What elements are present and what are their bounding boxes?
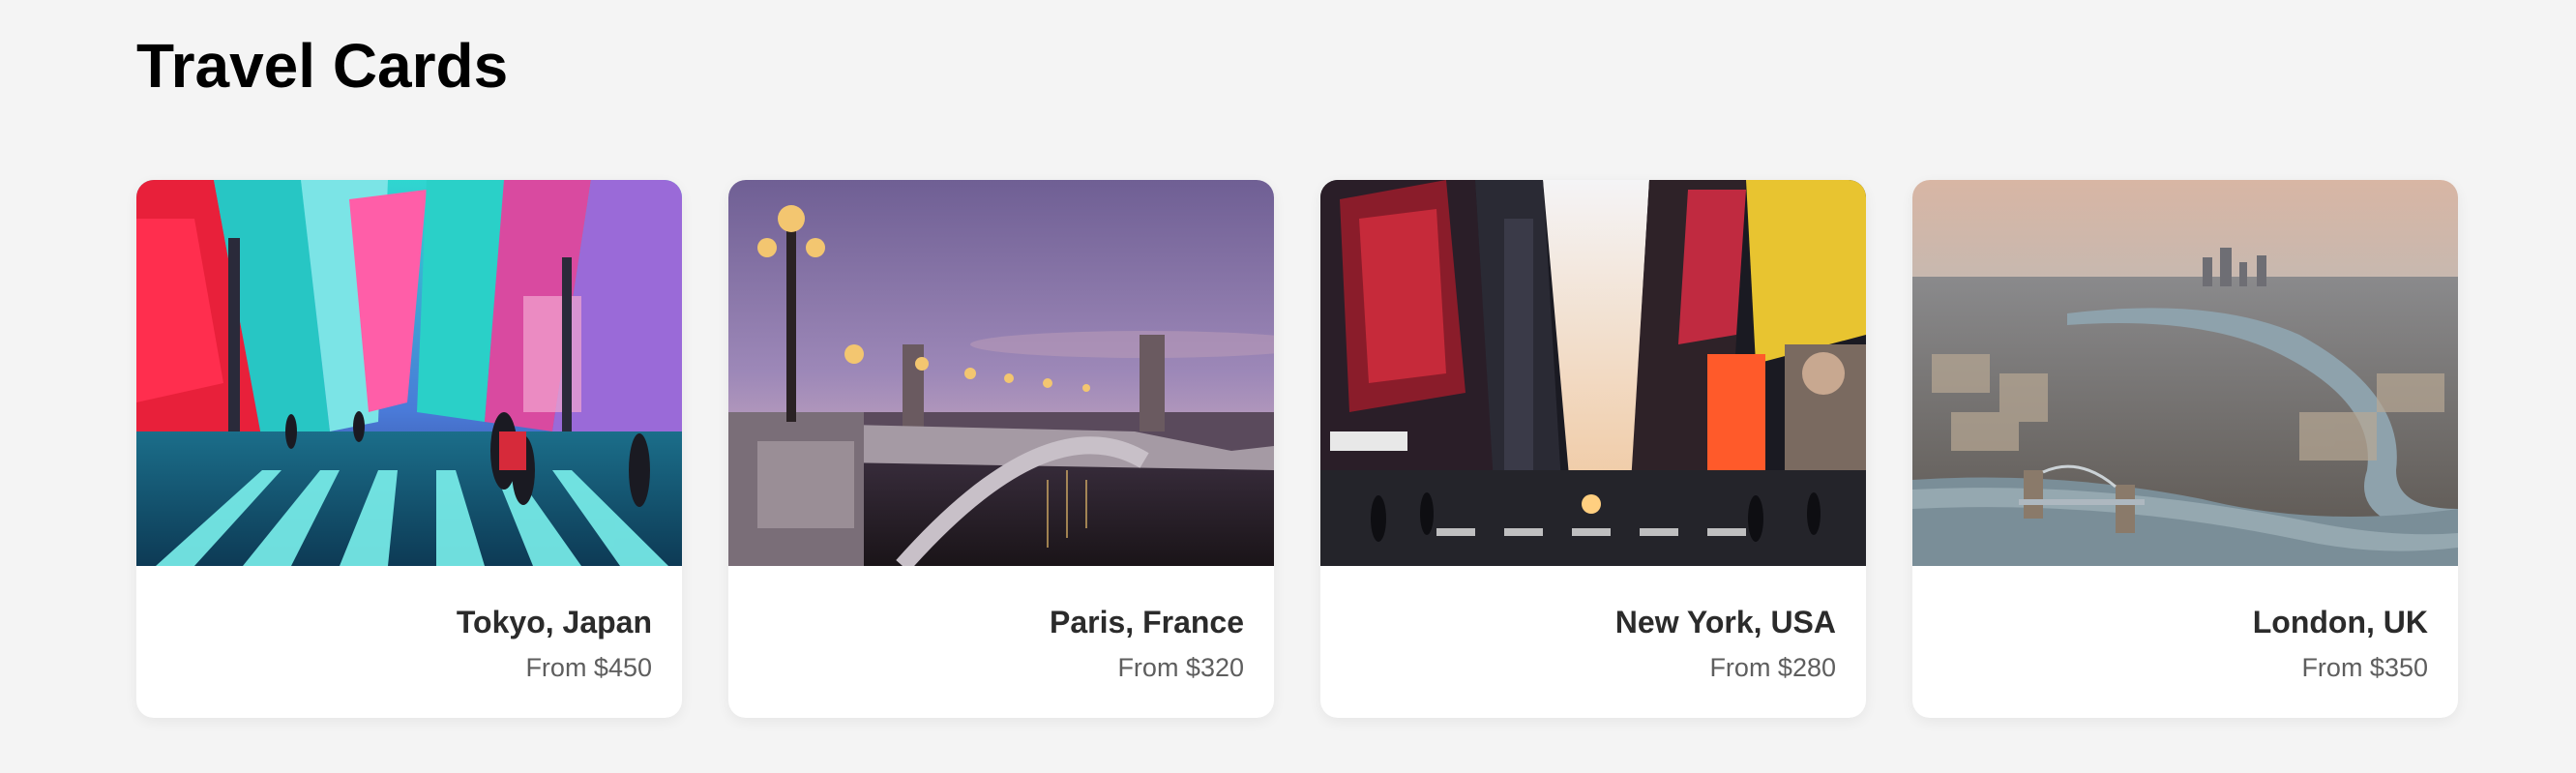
card-title: Tokyo, Japan <box>456 605 652 639</box>
card-title: Paris, France <box>1050 605 1244 639</box>
card-body: New York, USA From $280 <box>1320 566 1866 684</box>
paris-bridge-photo <box>728 180 1274 566</box>
card-price: From $280 <box>1709 653 1836 682</box>
card-price: From $320 <box>1117 653 1244 682</box>
card-price: From $450 <box>525 653 652 682</box>
london-aerial-photo <box>1912 180 2458 566</box>
card-price: From $350 <box>2301 653 2428 682</box>
travel-card-paris[interactable]: Paris, France From $320 <box>728 180 1274 718</box>
travel-card-london[interactable]: London, UK From $350 <box>1912 180 2458 718</box>
card-body: London, UK From $350 <box>1912 566 2458 684</box>
card-grid: Tokyo, Japan From $450 Paris, France Fro… <box>136 180 2458 718</box>
card-title: New York, USA <box>1614 605 1836 639</box>
travel-card-tokyo[interactable]: Tokyo, Japan From $450 <box>136 180 682 718</box>
travel-card-new-york[interactable]: New York, USA From $280 <box>1320 180 1866 718</box>
card-body: Paris, France From $320 <box>728 566 1274 684</box>
tokyo-street-photo <box>136 180 682 566</box>
times-square-photo <box>1320 180 1866 566</box>
card-title: London, UK <box>2252 605 2428 639</box>
page-title: Travel Cards <box>136 31 509 101</box>
card-body: Tokyo, Japan From $450 <box>136 566 682 684</box>
